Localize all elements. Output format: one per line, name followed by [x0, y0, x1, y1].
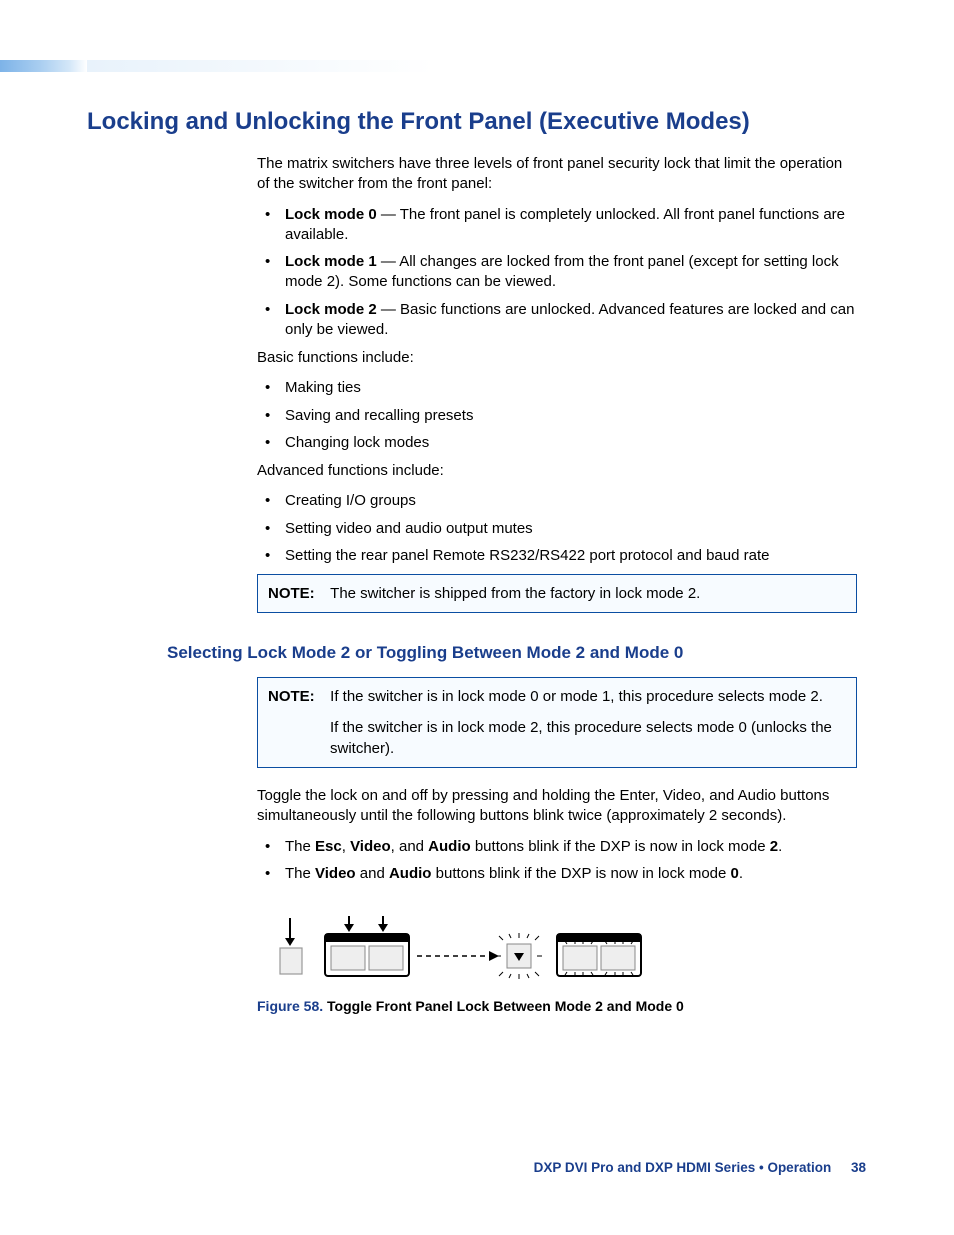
- body-block-1: The matrix switchers have three levels o…: [257, 154, 857, 613]
- text: .: [739, 865, 743, 882]
- note-text: If the switcher is in lock mode 0 or mod…: [330, 686, 844, 707]
- list-item: Lock mode 0 — The front panel is complet…: [257, 205, 857, 246]
- list-item: The Video and Audio buttons blink if the…: [257, 864, 857, 884]
- list-item: Making ties: [257, 378, 857, 398]
- list-item: The Esc, Video, and Audio buttons blink …: [257, 837, 857, 857]
- advanced-functions-heading: Advanced functions include:: [257, 461, 857, 481]
- main-heading: Locking and Unlocking the Front Panel (E…: [87, 108, 867, 136]
- basic-functions-heading: Basic functions include:: [257, 348, 857, 368]
- body-block-2: NOTE: If the switcher is in lock mode 0 …: [257, 677, 857, 884]
- audio-label: Audio: [389, 865, 432, 882]
- button-diagram-icon: [277, 916, 657, 984]
- page-content: Locking and Unlocking the Front Panel (E…: [87, 108, 867, 1014]
- list-item: Setting video and audio output mutes: [257, 519, 857, 539]
- text: ,: [342, 838, 350, 855]
- lock-modes-list: Lock mode 0 — The front panel is complet…: [257, 205, 857, 341]
- figure-diagram: [277, 916, 867, 984]
- text: and: [356, 865, 389, 882]
- lock-mode-label: Lock mode 2: [285, 301, 377, 318]
- page-number: 38: [851, 1160, 866, 1175]
- mode-number: 2: [770, 838, 778, 855]
- list-item: Setting the rear panel Remote RS232/RS42…: [257, 546, 857, 566]
- basic-functions-list: Making ties Saving and recalling presets…: [257, 378, 857, 453]
- lock-mode-label: Lock mode 1: [285, 253, 377, 270]
- text: , and: [391, 838, 429, 855]
- esc-label: Esc: [315, 838, 342, 855]
- header-gradient-bar: [0, 60, 87, 72]
- note-box-2: NOTE: If the switcher is in lock mode 0 …: [257, 677, 857, 768]
- lock-mode-label: Lock mode 0: [285, 206, 377, 223]
- text: buttons blink if the DXP is now in lock …: [431, 865, 730, 882]
- list-item: Lock mode 1 — All changes are locked fro…: [257, 252, 857, 293]
- mode-number: 0: [731, 865, 739, 882]
- text: The: [285, 838, 315, 855]
- list-item: Changing lock modes: [257, 433, 857, 453]
- figure-text: Toggle Front Panel Lock Between Mode 2 a…: [327, 998, 684, 1014]
- note-text-2: If the switcher is in lock mode 2, this …: [330, 717, 846, 759]
- text: buttons blink if the DXP is now in lock …: [471, 838, 770, 855]
- audio-label: Audio: [428, 838, 471, 855]
- video-label: Video: [315, 865, 356, 882]
- subsection: Selecting Lock Mode 2 or Toggling Betwee…: [167, 643, 857, 663]
- text: .: [778, 838, 782, 855]
- sub-heading: Selecting Lock Mode 2 or Toggling Betwee…: [167, 643, 857, 663]
- figure-caption: Figure 58. Toggle Front Panel Lock Betwe…: [257, 998, 867, 1014]
- note-box-1: NOTE: The switcher is shipped from the f…: [257, 574, 857, 613]
- list-item: Creating I/O groups: [257, 491, 857, 511]
- note-text: The switcher is shipped from the factory…: [330, 583, 844, 604]
- intro-paragraph: The matrix switchers have three levels o…: [257, 154, 857, 195]
- toggle-bullets-list: The Esc, Video, and Audio buttons blink …: [257, 837, 857, 885]
- list-item: Lock mode 2 — Basic functions are unlock…: [257, 300, 857, 341]
- header-gradient-ext: [87, 60, 954, 72]
- note-label: NOTE:: [268, 583, 326, 604]
- list-item: Saving and recalling presets: [257, 406, 857, 426]
- page-footer: DXP DVI Pro and DXP HDMI Series • Operat…: [534, 1160, 866, 1175]
- note-label: NOTE:: [268, 686, 326, 707]
- text: The: [285, 865, 315, 882]
- footer-text: DXP DVI Pro and DXP HDMI Series • Operat…: [534, 1160, 832, 1175]
- advanced-functions-list: Creating I/O groups Setting video and au…: [257, 491, 857, 566]
- figure-label: Figure 58.: [257, 998, 323, 1014]
- video-label: Video: [350, 838, 391, 855]
- toggle-paragraph: Toggle the lock on and off by pressing a…: [257, 786, 857, 827]
